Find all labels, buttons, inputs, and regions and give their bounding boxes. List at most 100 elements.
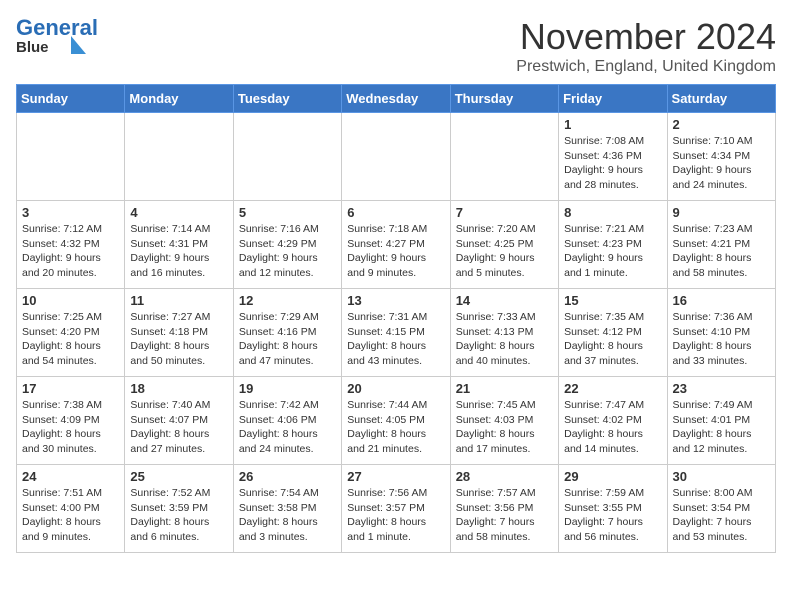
day-info: Sunrise: 7:10 AM Sunset: 4:34 PM Dayligh… bbox=[673, 134, 770, 193]
calendar-cell: 15 Sunrise: 7:35 AM Sunset: 4:12 PM Dayli… bbox=[559, 289, 667, 377]
header-wednesday: Wednesday bbox=[342, 85, 450, 113]
title-section: November 2024 Prestwich, England, United… bbox=[516, 16, 776, 76]
day-number: 20 bbox=[347, 381, 444, 396]
day-number: 15 bbox=[564, 293, 661, 308]
calendar-cell: 17 Sunrise: 7:38 AM Sunset: 4:09 PM Dayli… bbox=[17, 377, 125, 465]
calendar-cell: 6 Sunrise: 7:18 AM Sunset: 4:27 PM Daylig… bbox=[342, 201, 450, 289]
day-number: 30 bbox=[673, 469, 770, 484]
day-info: Sunrise: 7:18 AM Sunset: 4:27 PM Dayligh… bbox=[347, 222, 444, 281]
calendar-cell: 30 Sunrise: 8:00 AM Sunset: 3:54 PM Dayli… bbox=[667, 465, 775, 553]
calendar-cell: 13Sunrise: 7:31 AM Sunset: 4:15 PM Dayli… bbox=[342, 289, 450, 377]
day-info: Sunrise: 7:35 AM Sunset: 4:12 PM Dayligh… bbox=[564, 310, 661, 369]
calendar-cell: 27Sunrise: 7:56 AM Sunset: 3:57 PM Dayli… bbox=[342, 465, 450, 553]
calendar-cell bbox=[233, 113, 341, 201]
header-sunday: Sunday bbox=[17, 85, 125, 113]
day-number: 19 bbox=[239, 381, 336, 396]
day-number: 29 bbox=[564, 469, 661, 484]
day-number: 10 bbox=[22, 293, 119, 308]
calendar-cell: 1 Sunrise: 7:08 AM Sunset: 4:36 PM Daylig… bbox=[559, 113, 667, 201]
day-info: Sunrise: 7:16 AM Sunset: 4:29 PM Dayligh… bbox=[239, 222, 336, 281]
day-number: 22 bbox=[564, 381, 661, 396]
day-info: Sunrise: 7:42 AM Sunset: 4:06 PM Dayligh… bbox=[239, 398, 336, 457]
day-info: Sunrise: 7:38 AM Sunset: 4:09 PM Dayligh… bbox=[22, 398, 119, 457]
calendar-cell: 21 Sunrise: 7:45 AM Sunset: 4:03 PM Dayli… bbox=[450, 377, 558, 465]
calendar-cell: 9Sunrise: 7:23 AM Sunset: 4:21 PM Daylig… bbox=[667, 201, 775, 289]
day-info: Sunrise: 7:20 AM Sunset: 4:25 PM Dayligh… bbox=[456, 222, 553, 281]
calendar-cell: 26 Sunrise: 7:54 AM Sunset: 3:58 PM Dayli… bbox=[233, 465, 341, 553]
days-header-row: Sunday Monday Tuesday Wednesday Thursday… bbox=[17, 85, 776, 113]
day-info: Sunrise: 7:54 AM Sunset: 3:58 PM Dayligh… bbox=[239, 486, 336, 545]
calendar-cell: 16Sunrise: 7:36 AM Sunset: 4:10 PM Dayli… bbox=[667, 289, 775, 377]
day-info: Sunrise: 7:21 AM Sunset: 4:23 PM Dayligh… bbox=[564, 222, 661, 281]
calendar-cell: 5 Sunrise: 7:16 AM Sunset: 4:29 PM Daylig… bbox=[233, 201, 341, 289]
day-info: Sunrise: 7:51 AM Sunset: 4:00 PM Dayligh… bbox=[22, 486, 119, 545]
day-number: 2 bbox=[673, 117, 770, 132]
day-number: 9 bbox=[673, 205, 770, 220]
day-number: 27 bbox=[347, 469, 444, 484]
day-info: Sunrise: 7:40 AM Sunset: 4:07 PM Dayligh… bbox=[130, 398, 227, 457]
day-number: 4 bbox=[130, 205, 227, 220]
header-tuesday: Tuesday bbox=[233, 85, 341, 113]
day-info: Sunrise: 7:08 AM Sunset: 4:36 PM Dayligh… bbox=[564, 134, 661, 193]
day-info: Sunrise: 7:47 AM Sunset: 4:02 PM Dayligh… bbox=[564, 398, 661, 457]
calendar-cell: 18 Sunrise: 7:40 AM Sunset: 4:07 PM Dayli… bbox=[125, 377, 233, 465]
calendar-cell bbox=[450, 113, 558, 201]
day-number: 8 bbox=[564, 205, 661, 220]
day-info: Sunrise: 7:57 AM Sunset: 3:56 PM Dayligh… bbox=[456, 486, 553, 545]
calendar-cell: 8 Sunrise: 7:21 AM Sunset: 4:23 PM Daylig… bbox=[559, 201, 667, 289]
calendar-week-0: 1 Sunrise: 7:08 AM Sunset: 4:36 PM Daylig… bbox=[17, 113, 776, 201]
calendar-cell: 3 Sunrise: 7:12 AM Sunset: 4:32 PM Daylig… bbox=[17, 201, 125, 289]
calendar-week-1: 3 Sunrise: 7:12 AM Sunset: 4:32 PM Daylig… bbox=[17, 201, 776, 289]
day-info: Sunrise: 7:59 AM Sunset: 3:55 PM Dayligh… bbox=[564, 486, 661, 545]
calendar-cell: 19 Sunrise: 7:42 AM Sunset: 4:06 PM Dayli… bbox=[233, 377, 341, 465]
calendar-cell: 11 Sunrise: 7:27 AM Sunset: 4:18 PM Dayli… bbox=[125, 289, 233, 377]
calendar-cell: 28 Sunrise: 7:57 AM Sunset: 3:56 PM Dayli… bbox=[450, 465, 558, 553]
calendar-cell: 10 Sunrise: 7:25 AM Sunset: 4:20 PM Dayli… bbox=[17, 289, 125, 377]
day-info: Sunrise: 7:44 AM Sunset: 4:05 PM Dayligh… bbox=[347, 398, 444, 457]
day-info: Sunrise: 7:12 AM Sunset: 4:32 PM Dayligh… bbox=[22, 222, 119, 281]
day-number: 23 bbox=[673, 381, 770, 396]
day-number: 21 bbox=[456, 381, 553, 396]
day-number: 3 bbox=[22, 205, 119, 220]
day-number: 16 bbox=[673, 293, 770, 308]
calendar-cell: 7 Sunrise: 7:20 AM Sunset: 4:25 PM Daylig… bbox=[450, 201, 558, 289]
day-number: 6 bbox=[347, 205, 444, 220]
calendar-cell: 20 Sunrise: 7:44 AM Sunset: 4:05 PM Dayli… bbox=[342, 377, 450, 465]
header-thursday: Thursday bbox=[450, 85, 558, 113]
header-saturday: Saturday bbox=[667, 85, 775, 113]
day-number: 28 bbox=[456, 469, 553, 484]
svg-text:Blue: Blue bbox=[16, 39, 49, 56]
calendar-week-3: 17 Sunrise: 7:38 AM Sunset: 4:09 PM Dayli… bbox=[17, 377, 776, 465]
calendar-cell: 24 Sunrise: 7:51 AM Sunset: 4:00 PM Dayli… bbox=[17, 465, 125, 553]
day-info: Sunrise: 7:45 AM Sunset: 4:03 PM Dayligh… bbox=[456, 398, 553, 457]
calendar-table: Sunday Monday Tuesday Wednesday Thursday… bbox=[16, 84, 776, 553]
calendar-cell: 4Sunrise: 7:14 AM Sunset: 4:31 PM Daylig… bbox=[125, 201, 233, 289]
day-info: Sunrise: 7:29 AM Sunset: 4:16 PM Dayligh… bbox=[239, 310, 336, 369]
day-info: Sunrise: 7:33 AM Sunset: 4:13 PM Dayligh… bbox=[456, 310, 553, 369]
day-info: Sunrise: 7:31 AM Sunset: 4:15 PM Dayligh… bbox=[347, 310, 444, 369]
calendar-cell bbox=[125, 113, 233, 201]
day-number: 1 bbox=[564, 117, 661, 132]
day-number: 26 bbox=[239, 469, 336, 484]
day-number: 7 bbox=[456, 205, 553, 220]
day-number: 14 bbox=[456, 293, 553, 308]
header-monday: Monday bbox=[125, 85, 233, 113]
day-info: Sunrise: 7:27 AM Sunset: 4:18 PM Dayligh… bbox=[130, 310, 227, 369]
day-number: 18 bbox=[130, 381, 227, 396]
calendar-cell: 14 Sunrise: 7:33 AM Sunset: 4:13 PM Dayli… bbox=[450, 289, 558, 377]
calendar-cell: 29 Sunrise: 7:59 AM Sunset: 3:55 PM Dayli… bbox=[559, 465, 667, 553]
calendar-cell: 23Sunrise: 7:49 AM Sunset: 4:01 PM Dayli… bbox=[667, 377, 775, 465]
day-number: 5 bbox=[239, 205, 336, 220]
day-number: 17 bbox=[22, 381, 119, 396]
day-number: 24 bbox=[22, 469, 119, 484]
location: Prestwich, England, United Kingdom bbox=[516, 58, 776, 76]
day-info: Sunrise: 8:00 AM Sunset: 3:54 PM Dayligh… bbox=[673, 486, 770, 545]
day-number: 25 bbox=[130, 469, 227, 484]
calendar-week-2: 10 Sunrise: 7:25 AM Sunset: 4:20 PM Dayli… bbox=[17, 289, 776, 377]
logo-text: General bbox=[16, 15, 98, 40]
day-info: Sunrise: 7:25 AM Sunset: 4:20 PM Dayligh… bbox=[22, 310, 119, 369]
day-number: 11 bbox=[130, 293, 227, 308]
day-number: 12 bbox=[239, 293, 336, 308]
calendar-cell: 12 Sunrise: 7:29 AM Sunset: 4:16 PM Dayli… bbox=[233, 289, 341, 377]
header-friday: Friday bbox=[559, 85, 667, 113]
